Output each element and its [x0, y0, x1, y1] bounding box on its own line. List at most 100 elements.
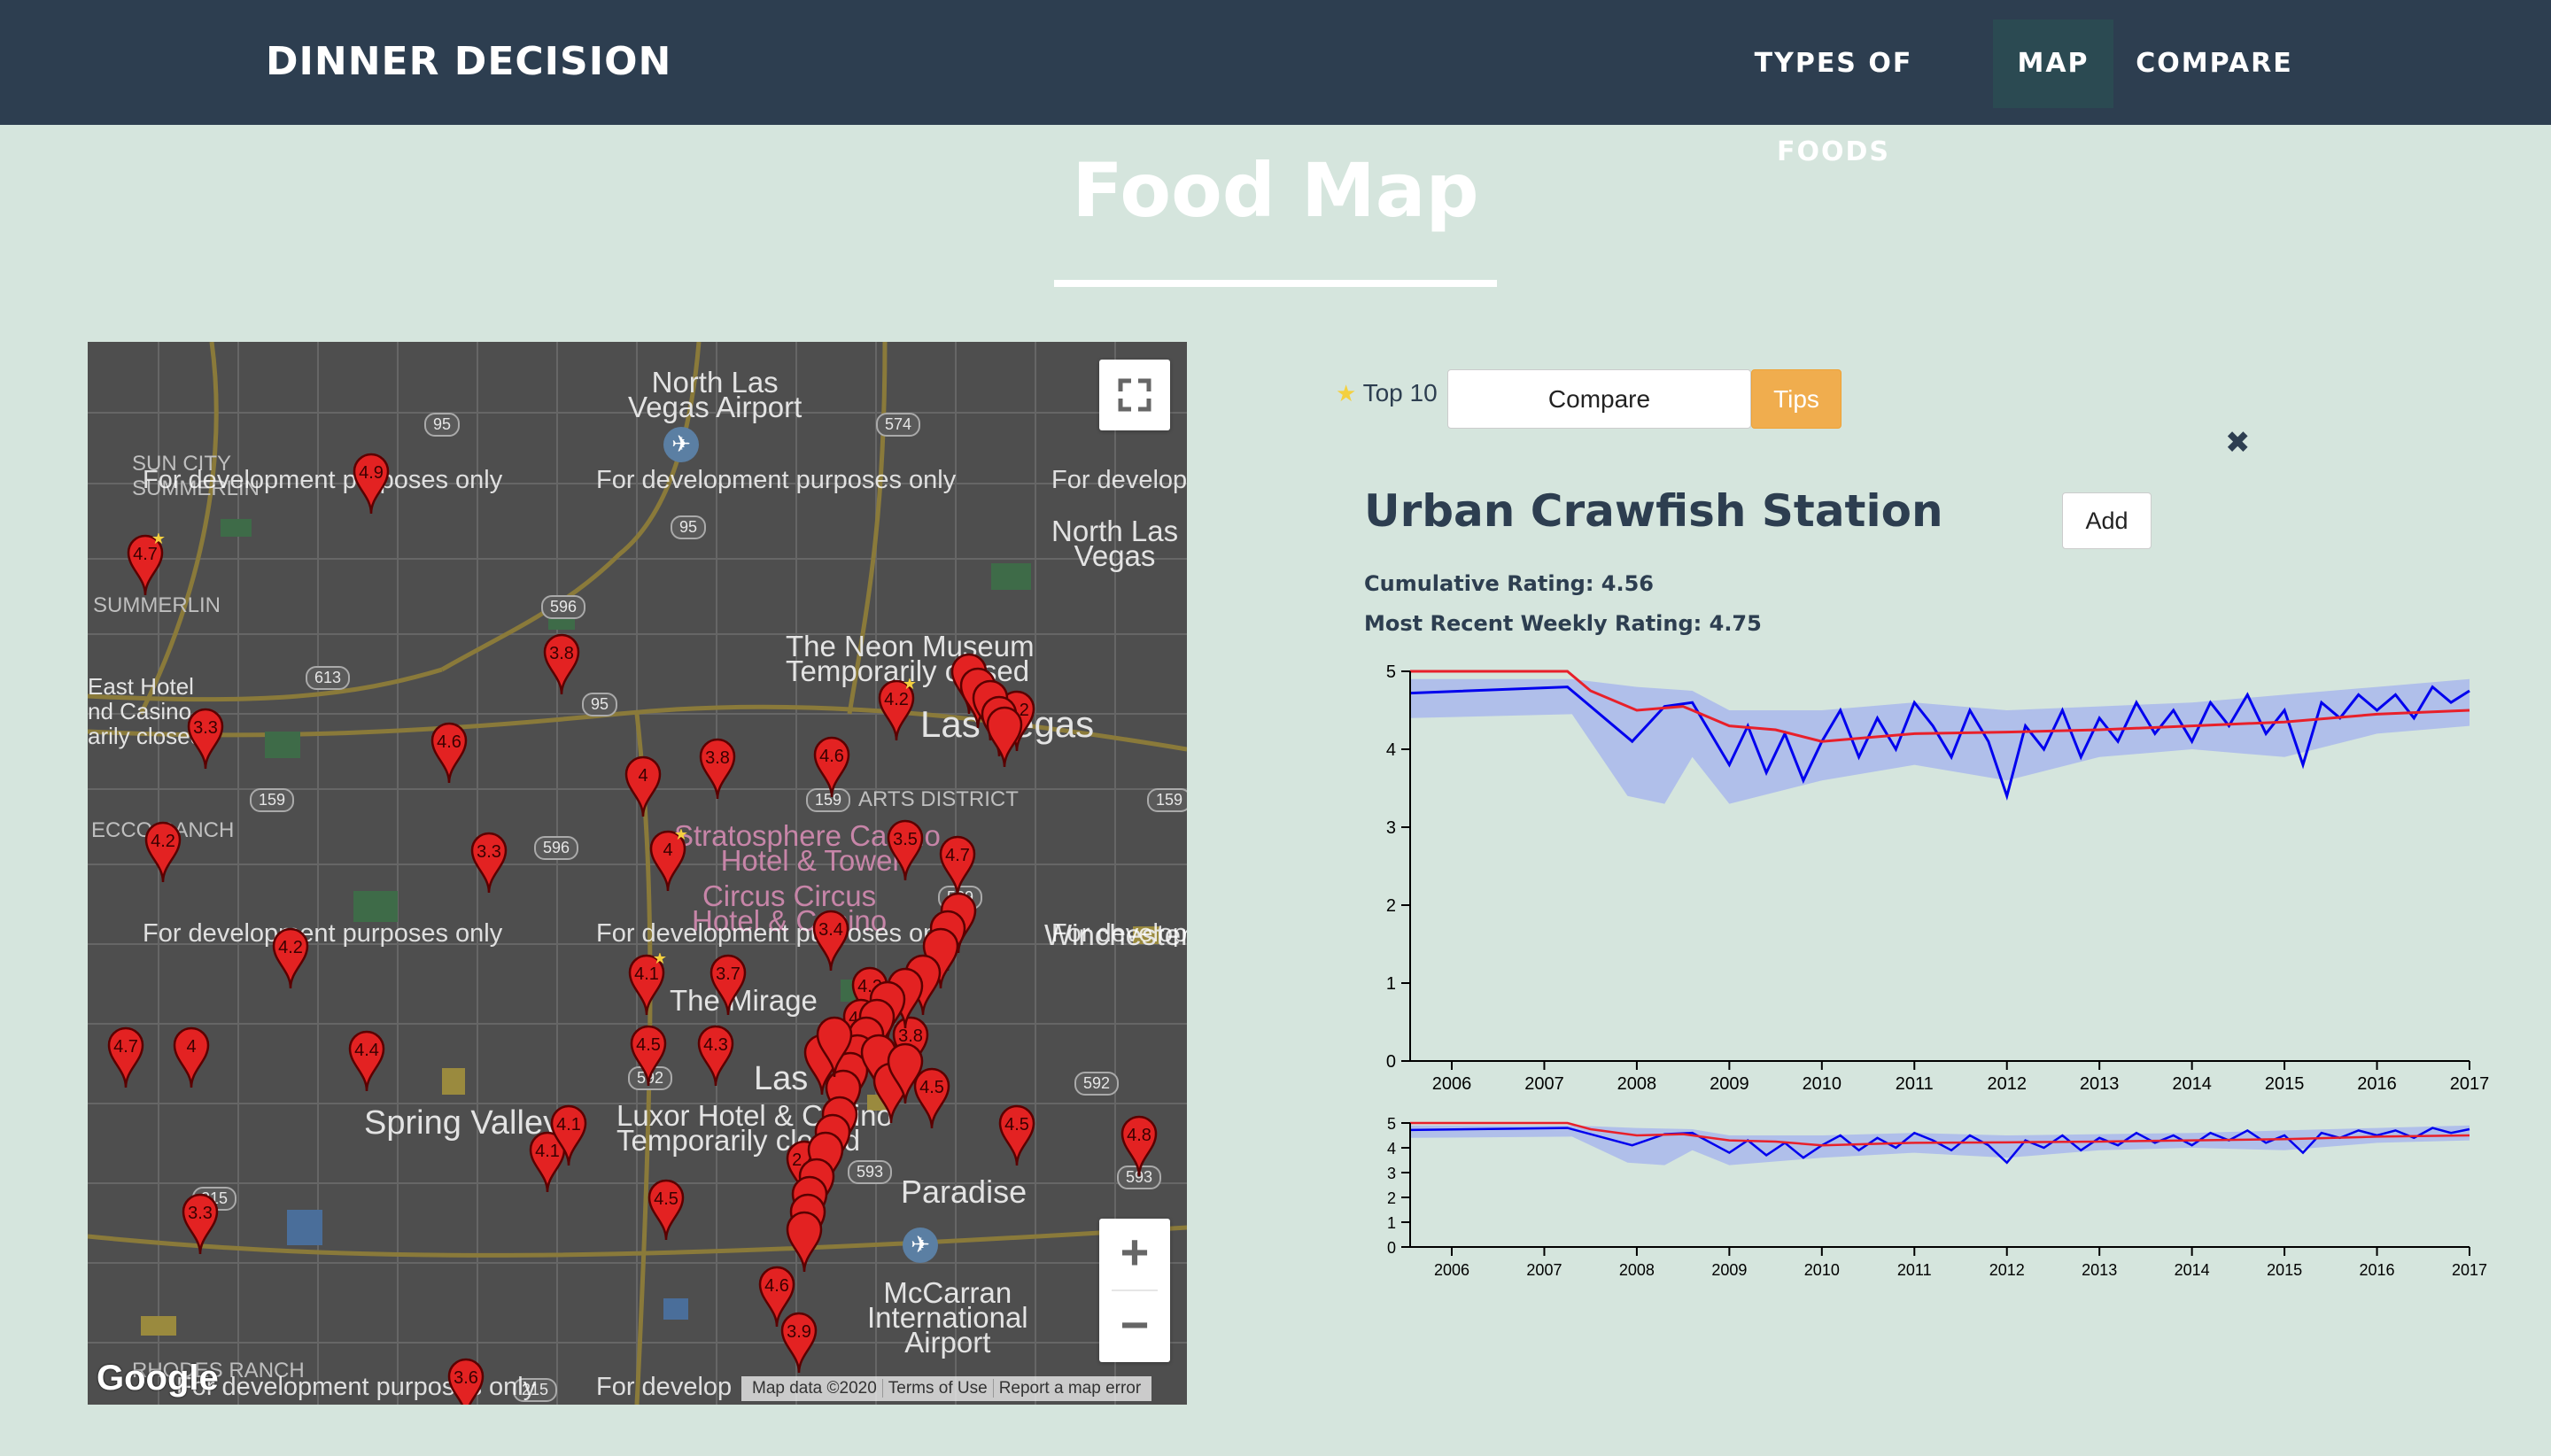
map-marker[interactable]	[984, 705, 1025, 769]
dev-watermark: For develop	[1051, 919, 1187, 948]
x-tick-label: 2013	[2080, 1074, 2120, 1094]
road-badge: 574	[876, 413, 921, 437]
x-tick-label: 2008	[1619, 1261, 1655, 1279]
map-marker[interactable]	[885, 1042, 926, 1105]
map-marker[interactable]: 3.8	[541, 632, 582, 696]
road-badge: 593	[848, 1160, 893, 1184]
cumulative-rating-line	[1410, 1121, 2470, 1147]
dev-watermark: For development purposes only	[596, 919, 957, 948]
svg-text:4.1: 4.1	[556, 1115, 581, 1135]
nav-compare[interactable]: COMPARE	[2126, 19, 2303, 108]
tips-button[interactable]: Tips	[1751, 369, 1842, 429]
svg-text:4.6: 4.6	[819, 747, 844, 766]
svg-text:4.5: 4.5	[654, 1189, 678, 1209]
report-map-error-link[interactable]: Report a map error	[994, 1379, 1147, 1398]
map-marker[interactable]: 4.2	[143, 820, 183, 884]
dev-watermark: For development purposes only	[143, 466, 503, 494]
svg-text:4.9: 4.9	[359, 463, 384, 483]
map-marker[interactable]: 4.3	[695, 1024, 736, 1088]
map-marker[interactable]: 4.1★	[626, 953, 667, 1017]
road-badge: 613	[306, 666, 351, 690]
map-marker[interactable]: 3.3	[180, 1192, 221, 1256]
close-icon[interactable]: ✖	[2225, 425, 2251, 461]
map-marker[interactable]	[814, 1015, 855, 1079]
x-tick-label: 2015	[2265, 1074, 2305, 1094]
add-button[interactable]: Add	[2062, 492, 2152, 549]
map-marker[interactable]: 4.9	[351, 452, 392, 515]
road-badge: 95	[671, 515, 707, 539]
fullscreen-icon	[1118, 378, 1151, 412]
x-tick-label: 2006	[1434, 1261, 1469, 1279]
navbar: DINNER DECISION TYPES OF FOODS MAP COMPA…	[0, 0, 2551, 167]
map-marker[interactable]: 4.7	[937, 834, 978, 898]
svg-text:★: ★	[653, 953, 667, 968]
map-marker[interactable]: 4	[623, 755, 663, 818]
brand-logo[interactable]: DINNER DECISION	[266, 39, 671, 84]
map-marker[interactable]: 3.3	[185, 707, 226, 771]
svg-text:4.4: 4.4	[354, 1041, 379, 1060]
dev-watermark: For develop	[1051, 466, 1187, 494]
map-marker[interactable]: 4	[171, 1026, 212, 1089]
map-marker[interactable]: 3.8	[697, 737, 738, 801]
weekly-rating: Most Recent Weekly Rating: 4.75	[1364, 611, 1762, 636]
map-marker[interactable]: 3.5	[885, 818, 926, 882]
map-marker[interactable]: 4.8	[1119, 1114, 1159, 1178]
map-marker[interactable]: 3.4	[810, 909, 851, 972]
map-marker[interactable]: 4 ★	[647, 829, 688, 893]
fullscreen-button[interactable]	[1099, 360, 1170, 430]
x-tick-label: 2008	[1617, 1074, 1657, 1094]
zoom-in-button[interactable]: +	[1099, 1219, 1170, 1289]
nav-types-of-foods[interactable]: TYPES OF FOODS	[1701, 19, 1966, 167]
map[interactable]: North Las Vegas Airport North Las Vegas SU…	[88, 342, 1187, 1405]
map-marker[interactable]: 4.6	[811, 735, 852, 799]
map-marker[interactable]: 3.7	[708, 953, 748, 1017]
compare-button[interactable]: Compare	[1447, 369, 1751, 429]
svg-text:4.6: 4.6	[437, 732, 461, 752]
cumulative-rating-line	[1410, 670, 2470, 743]
map-marker[interactable]: 4.1	[548, 1104, 589, 1167]
map-marker[interactable]: 4.7	[105, 1026, 146, 1089]
y-tick-label: 0	[1386, 1052, 1396, 1072]
cumulative-rating: Cumulative Rating: 4.56	[1364, 571, 1654, 596]
terms-of-use-link[interactable]: Terms of Use	[882, 1379, 994, 1398]
map-marker[interactable]: 4.7 ★	[125, 533, 166, 597]
map-marker[interactable]: 3.6	[446, 1357, 486, 1405]
map-marker[interactable]: 3.3	[469, 831, 509, 895]
svg-text:3.8: 3.8	[549, 644, 574, 663]
svg-text:4.5: 4.5	[636, 1035, 661, 1055]
svg-text:3.6: 3.6	[454, 1368, 478, 1388]
weekly-rating-line	[1409, 1127, 2470, 1165]
map-marker[interactable]	[784, 1210, 825, 1274]
map-marker[interactable]: 4.5	[646, 1178, 686, 1242]
y-tick-label: 2	[1387, 1189, 1396, 1207]
y-tick-label: 3	[1387, 1165, 1396, 1182]
nav-map[interactable]: MAP	[1993, 19, 2113, 108]
x-tick-label: 2009	[1711, 1261, 1747, 1279]
svg-text:3.3: 3.3	[193, 718, 218, 738]
zoom-out-button[interactable]: −	[1099, 1291, 1170, 1362]
map-marker[interactable]: 4.5	[996, 1104, 1037, 1167]
dev-watermark: For development purposes only	[596, 466, 957, 494]
map-marker[interactable]: 3.9	[779, 1311, 819, 1375]
map-marker[interactable]: 4.6	[429, 721, 469, 785]
star-icon: ★	[1336, 380, 1357, 407]
x-tick-label: 2010	[1804, 1261, 1840, 1279]
y-tick-label: 0	[1387, 1239, 1396, 1257]
airport-icon: ✈	[903, 1228, 938, 1263]
map-marker[interactable]: 4.2	[270, 926, 311, 990]
x-tick-label: 2007	[1526, 1261, 1562, 1279]
map-marker[interactable]: 4.4	[346, 1029, 387, 1093]
map-marker[interactable]: 4.5	[628, 1024, 669, 1088]
x-tick-label: 2006	[1432, 1074, 1472, 1094]
y-tick-label: 5	[1386, 662, 1396, 682]
x-tick-label: 2010	[1803, 1074, 1842, 1094]
map-marker[interactable]: 4.2 ★	[876, 678, 917, 742]
svg-text:3.4: 3.4	[818, 920, 843, 940]
y-tick-label: 3	[1386, 818, 1396, 838]
top10-legend: ★ Top 10	[1336, 379, 1438, 407]
road-badge: 596	[541, 595, 586, 619]
x-tick-label: 2016	[2360, 1261, 2395, 1279]
x-tick-label: 2007	[1524, 1074, 1564, 1094]
svg-text:4.5: 4.5	[1004, 1115, 1029, 1135]
road-badge: 95	[582, 693, 618, 716]
